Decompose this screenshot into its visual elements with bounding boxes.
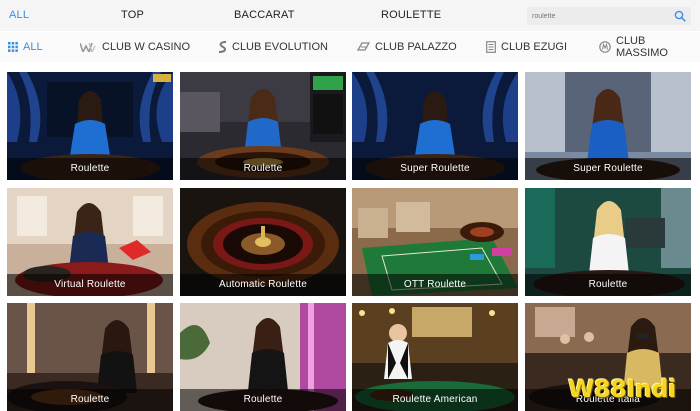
palazzo-logo-icon [357,42,370,51]
evolution-logo-icon [218,41,227,53]
game-tile[interactable]: OTT Roulette [352,188,518,296]
game-tile[interactable]: Virtual Roulette [7,188,173,296]
provider-nav: ALL CLUB W CASINO CLUB EVOLUTION CLUB PA… [0,32,700,62]
search-input[interactable] [527,7,667,25]
game-tile[interactable]: Roulette American [352,303,518,411]
game-tile[interactable]: Roulette [180,72,346,180]
provider-label: CLUB EZUGI [501,41,568,53]
game-tile[interactable]: Roulette [7,303,173,411]
game-title: Roulette [70,394,110,405]
search-icon[interactable] [674,10,686,22]
tab-roulette[interactable]: ROULETTE [381,0,441,31]
game-title: Super Roulette [573,163,643,174]
brand-watermark: W88Indi [560,371,700,411]
watermark-logo: W88Indi [568,375,676,403]
provider-label: CLUB EVOLUTION [232,41,328,53]
game-title: Roulette [588,279,628,290]
game-title: Roulette [243,394,283,405]
ezugi-logo-icon [486,41,496,53]
tab-baccarat[interactable]: BACCARAT [234,0,295,31]
grid-icon [8,42,18,52]
game-grid: Roulette Roulette Super Roulette Super R… [0,66,700,411]
game-tile[interactable]: Roulette [525,188,691,296]
top-nav: ALL TOP BACCARAT ROULETTE [0,0,700,31]
provider-club-ezugi[interactable]: CLUB EZUGI [486,32,567,62]
massimo-logo-icon [599,41,611,53]
tab-top[interactable]: TOP [121,0,144,31]
provider-club-w-casino[interactable]: CLUB W CASINO [80,32,190,62]
game-title: Roulette [70,163,110,174]
game-title: Virtual Roulette [54,279,126,290]
game-title: OTT Roulette [403,279,467,290]
game-tile[interactable]: Super Roulette [525,72,691,180]
provider-all[interactable]: ALL [8,32,43,62]
game-tile[interactable]: Super Roulette [352,72,518,180]
game-title: Roulette [243,163,283,174]
provider-club-palazzo[interactable]: CLUB PALAZZO [357,32,457,62]
game-tile[interactable]: Roulette [7,72,173,180]
provider-club-massimo[interactable]: CLUB MASSIMO [599,32,700,62]
provider-label: CLUB PALAZZO [375,41,457,53]
w-logo-icon [80,42,96,52]
tab-all[interactable]: ALL [9,0,29,31]
game-tile[interactable]: Roulette [180,303,346,411]
search-box [527,7,691,25]
game-tile[interactable]: Automatic Roulette [180,188,346,296]
provider-label: CLUB MASSIMO [616,35,668,59]
game-title: Super Roulette [400,163,470,174]
game-title: Roulette American [392,394,478,405]
provider-label: CLUB W CASINO [102,41,191,53]
game-title: Automatic Roulette [218,279,308,290]
provider-club-evolution[interactable]: CLUB EVOLUTION [218,32,328,62]
provider-label: ALL [23,41,43,53]
